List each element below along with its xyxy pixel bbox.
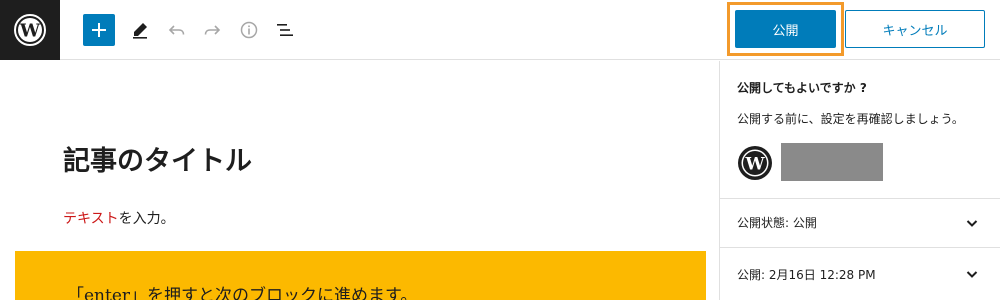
- tools-button[interactable]: [124, 14, 156, 46]
- details-button[interactable]: [233, 14, 265, 46]
- paragraph-block[interactable]: テキストを入力。: [63, 208, 175, 228]
- chevron-down-icon: [966, 271, 978, 278]
- undo-icon: [168, 25, 185, 35]
- post-title[interactable]: 記事のタイトル: [63, 139, 252, 178]
- pre-publish-panel: 公開してもよいですか ? 公開する前に、設定を再確認しましょう。 W 公開状態:…: [719, 61, 1000, 300]
- pre-publish-description: 公開する前に、設定を再確認しましょう。: [737, 112, 964, 126]
- svg-text:W: W: [744, 155, 765, 175]
- divider: [720, 247, 1000, 248]
- wordpress-logo-icon: W: [14, 14, 46, 46]
- site-name-redacted: [781, 143, 883, 181]
- plus-icon: [92, 23, 106, 37]
- list-view-icon: [277, 24, 293, 36]
- pre-publish-heading: 公開してもよいですか ?: [737, 81, 867, 95]
- undo-button[interactable]: [161, 14, 193, 46]
- wordpress-logo-button[interactable]: W: [0, 0, 60, 60]
- site-icon: W: [738, 146, 772, 180]
- info-icon: [240, 21, 258, 39]
- redo-button[interactable]: [196, 14, 228, 46]
- highlighted-paragraph-text: 「enter」を押すと次のブロックに進めます。: [67, 286, 418, 300]
- paragraph-red-text: テキスト: [63, 211, 119, 227]
- publish-button[interactable]: 公開: [735, 10, 836, 48]
- chevron-down-icon: [966, 220, 978, 227]
- block-inserter-button[interactable]: [83, 14, 115, 46]
- pencil-icon: [133, 23, 147, 39]
- editor-header: W 公開 キャンセル: [0, 0, 1000, 60]
- svg-text:W: W: [19, 21, 41, 42]
- publish-date-label: 公開: 2月16日 12:28 PM: [737, 268, 876, 282]
- cancel-button[interactable]: キャンセル: [845, 10, 985, 48]
- visibility-label: 公開状態: 公開: [737, 216, 817, 230]
- paragraph-text: を入力。: [118, 211, 175, 227]
- redo-icon: [204, 25, 221, 35]
- highlighted-paragraph-block[interactable]: 「enter」を押すと次のブロックに進めます。: [15, 251, 706, 300]
- divider: [720, 198, 1000, 199]
- list-view-button[interactable]: [269, 14, 301, 46]
- editor-canvas: 記事のタイトル テキストを入力。 「enter」を押すと次のブロックに進めます。: [0, 61, 719, 300]
